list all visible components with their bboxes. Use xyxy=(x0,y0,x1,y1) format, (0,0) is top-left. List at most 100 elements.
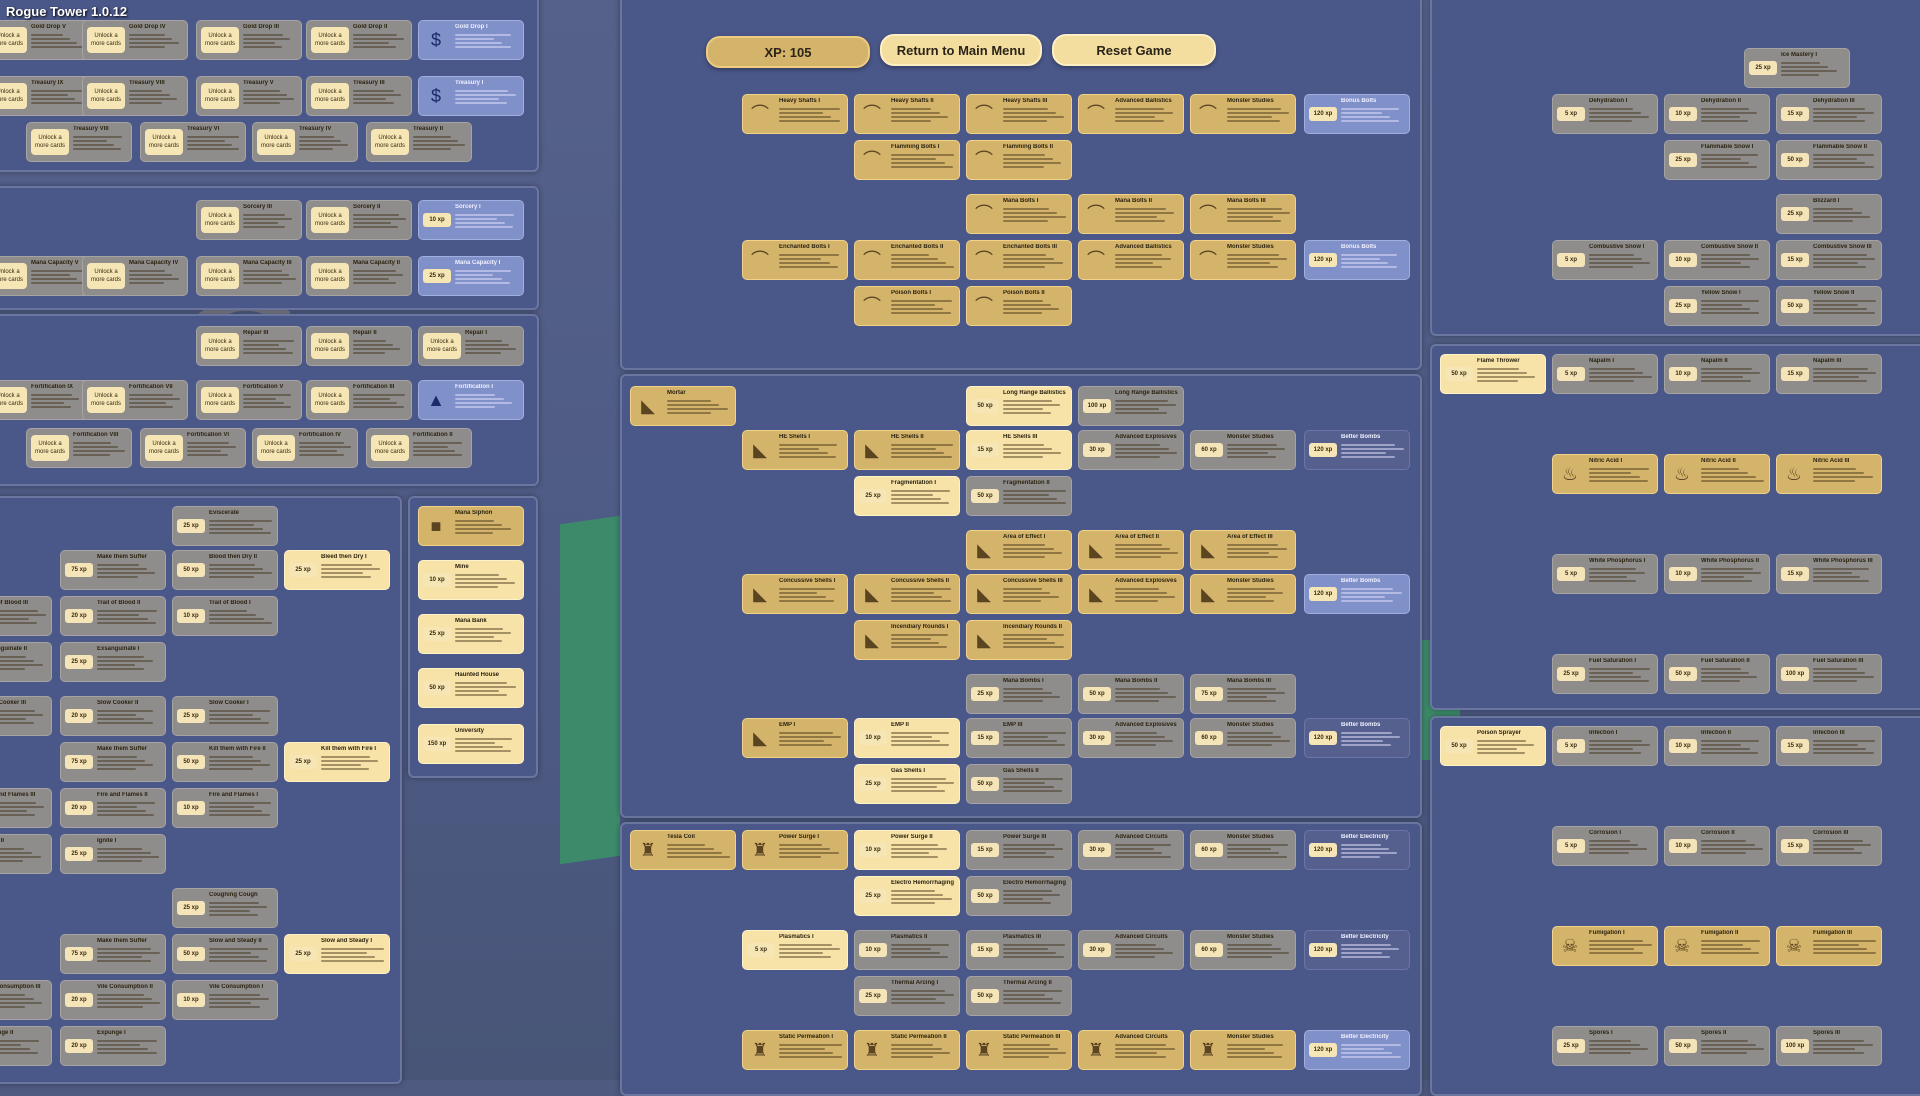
upgrade-card[interactable]: ⌒ Advanced Ballistics xyxy=(1078,94,1184,134)
upgrade-card[interactable]: ▲ Fortification I xyxy=(418,380,524,420)
upgrade-card[interactable]: 15 xp Power Surge III xyxy=(966,830,1072,870)
upgrade-card[interactable]: ◣ Monster Studies xyxy=(1190,574,1296,614)
upgrade-card[interactable]: 10 xp Dehydration II xyxy=(1664,94,1770,134)
upgrade-card[interactable]: Unlock a more cards Gold Drop III xyxy=(196,20,302,60)
upgrade-card[interactable]: 25 xp Fuel Saturation I xyxy=(1552,654,1658,694)
upgrade-card[interactable]: ⌒ Poison Bolts II xyxy=(966,286,1072,326)
upgrade-card[interactable]: Unlock a more cards Treasury VI xyxy=(140,122,246,162)
upgrade-card[interactable]: Unlock a more cards Gold Drop IV xyxy=(82,20,188,60)
upgrade-card[interactable]: 25 xpIgnite II xyxy=(0,834,52,874)
upgrade-card[interactable]: Unlock a more cards Fortification VII xyxy=(82,380,188,420)
upgrade-card[interactable]: 5 xp Combustive Snow I xyxy=(1552,240,1658,280)
upgrade-card[interactable]: 75 xp Make them Suffer xyxy=(60,742,166,782)
upgrade-card[interactable]: 50 xp Fuel Saturation II xyxy=(1664,654,1770,694)
upgrade-card[interactable]: 30 xp Advanced Circuits xyxy=(1078,830,1184,870)
upgrade-card[interactable]: ◣ Mortar xyxy=(630,386,736,426)
upgrade-card[interactable]: 50 xp Poison Sprayer xyxy=(1440,726,1546,766)
return-to-main-menu-button[interactable]: Return to Main Menu xyxy=(880,34,1042,66)
upgrade-card[interactable]: ⌒ Heavy Shafts I xyxy=(742,94,848,134)
upgrade-card[interactable]: 120 xp Bonus Bolts xyxy=(1304,240,1410,280)
upgrade-card[interactable]: Unlock a more cards Treasury IV xyxy=(252,122,358,162)
upgrade-card[interactable]: 25 xp Ice Mastery I xyxy=(1744,48,1850,88)
upgrade-card[interactable]: Unlock a more cards Treasury III xyxy=(306,76,412,116)
upgrade-card[interactable]: Unlock a more cards Fortification VIII xyxy=(26,428,132,468)
upgrade-card[interactable]: 5 xp Infection I xyxy=(1552,726,1658,766)
upgrade-card[interactable]: 25 xpFire and Flames III xyxy=(0,788,52,828)
upgrade-card[interactable]: ⌒ Poison Bolts I xyxy=(854,286,960,326)
upgrade-card[interactable]: 10 xp Fire and Flames I xyxy=(172,788,278,828)
upgrade-card[interactable]: 10 xp Vile Consumption I xyxy=(172,980,278,1020)
upgrade-card[interactable]: 15 xp HE Shells III xyxy=(966,430,1072,470)
upgrade-card[interactable]: 30 xp Advanced Explosives xyxy=(1078,718,1184,758)
upgrade-card[interactable]: 120 xp Better Bombs xyxy=(1304,574,1410,614)
upgrade-card[interactable]: ⌒ Enchanted Bolts III xyxy=(966,240,1072,280)
upgrade-card[interactable]: 15 xp Plasmatics III xyxy=(966,930,1072,970)
upgrade-card[interactable]: 10 xp EMP II xyxy=(854,718,960,758)
upgrade-card[interactable]: Unlock a more cards Fortification III xyxy=(306,380,412,420)
upgrade-card[interactable]: ◣ HE Shells II xyxy=(854,430,960,470)
upgrade-card[interactable]: 25 xp Bleed then Dry I xyxy=(284,550,390,590)
upgrade-card[interactable]: 25 xp Ignite I xyxy=(60,834,166,874)
upgrade-card[interactable]: ⌒ Flamming Bolts II xyxy=(966,140,1072,180)
upgrade-card[interactable]: Unlock a more cards Gold Drop V xyxy=(0,20,90,60)
upgrade-card[interactable]: 25 xp Mana Bombs I xyxy=(966,674,1072,714)
upgrade-card[interactable]: 30 xp Advanced Circuits xyxy=(1078,930,1184,970)
upgrade-card[interactable]: ◣ Incendiary Rounds I xyxy=(854,620,960,660)
upgrade-card[interactable]: $ Gold Drop I xyxy=(418,20,524,60)
upgrade-card[interactable]: 5 xp Corrosion I xyxy=(1552,826,1658,866)
upgrade-card[interactable]: ⌒ Monster Studies xyxy=(1190,94,1296,134)
upgrade-card[interactable]: 5 xp Napalm I xyxy=(1552,354,1658,394)
upgrade-card[interactable]: 75 xp Make them Suffer xyxy=(60,550,166,590)
upgrade-card[interactable]: ♨ Nitric Acid III xyxy=(1776,454,1882,494)
upgrade-card[interactable]: Unlock a more cards Gold Drop II xyxy=(306,20,412,60)
upgrade-card[interactable]: ♜ Advanced Circuits xyxy=(1078,1030,1184,1070)
upgrade-card[interactable]: 25 xpSlow Cooker III xyxy=(0,696,52,736)
upgrade-card[interactable]: ♜ Static Permeation III xyxy=(966,1030,1072,1070)
upgrade-card[interactable]: Unlock a more cards Fortification IX xyxy=(0,380,90,420)
upgrade-card[interactable]: ♨ Nitric Acid II xyxy=(1664,454,1770,494)
upgrade-card[interactable]: 25 xpExsanguinate II xyxy=(0,642,52,682)
upgrade-card[interactable]: 20 xp Expunge I xyxy=(60,1026,166,1066)
upgrade-card[interactable]: Unlock a more cards Treasury II xyxy=(366,122,472,162)
upgrade-card[interactable]: Unlock a more cards Treasury IX xyxy=(0,76,90,116)
upgrade-card[interactable]: 50 xp Slow and Steady II xyxy=(172,934,278,974)
upgrade-card[interactable]: 120 xp Better Bombs xyxy=(1304,718,1410,758)
upgrade-card[interactable]: ◣ Area of Effect II xyxy=(1078,530,1184,570)
upgrade-card[interactable]: ◣ Incendiary Rounds II xyxy=(966,620,1072,660)
upgrade-card[interactable]: 15 xp White Phosphorus III xyxy=(1776,554,1882,594)
upgrade-card[interactable]: Unlock a more cards Repair II xyxy=(306,326,412,366)
upgrade-card[interactable]: 75 xp Mana Bombs III xyxy=(1190,674,1296,714)
upgrade-card[interactable]: 50 xp Electro Hemorrhaging II xyxy=(966,876,1072,916)
upgrade-card[interactable]: 50 xp Long Range Ballistics I xyxy=(966,386,1072,426)
upgrade-card[interactable]: 25 xp Slow Cooker I xyxy=(172,696,278,736)
upgrade-card[interactable]: 20 xp Vile Consumption II xyxy=(60,980,166,1020)
upgrade-card[interactable]: 50 xp Kill them with Fire II xyxy=(172,742,278,782)
upgrade-card[interactable]: Unlock a more cards Mana Capacity V xyxy=(0,256,90,296)
upgrade-card[interactable]: 10 xp Infection II xyxy=(1664,726,1770,766)
upgrade-card[interactable]: 60 xp Monster Studies xyxy=(1190,830,1296,870)
upgrade-card[interactable]: 60 xp Monster Studies xyxy=(1190,718,1296,758)
upgrade-card[interactable]: Unlock a more cards Treasury V xyxy=(196,76,302,116)
upgrade-card[interactable]: Unlock a more cards Fortification IV xyxy=(252,428,358,468)
upgrade-card[interactable]: 15 xp Napalm III xyxy=(1776,354,1882,394)
upgrade-card[interactable]: 25 xp Blizzard I xyxy=(1776,194,1882,234)
reset-game-button[interactable]: Reset Game xyxy=(1052,34,1216,66)
upgrade-card[interactable]: ♨ Nitric Acid I xyxy=(1552,454,1658,494)
upgrade-card[interactable]: ⌒ Enchanted Bolts I xyxy=(742,240,848,280)
upgrade-card[interactable]: ♜ Power Surge I xyxy=(742,830,848,870)
upgrade-card[interactable]: Unlock a more cards Mana Capacity IV xyxy=(82,256,188,296)
upgrade-card[interactable]: 10 xp Sorcery I xyxy=(418,200,524,240)
upgrade-card[interactable]: 20 xpTrail of Blood III xyxy=(0,596,52,636)
upgrade-card[interactable]: 25 xpVile Consumption III xyxy=(0,980,52,1020)
upgrade-card[interactable]: 25 xp Yellow Snow I xyxy=(1664,286,1770,326)
upgrade-card[interactable]: 25 xp Exsanguinate I xyxy=(60,642,166,682)
upgrade-card[interactable]: 50 xp Flame Thrower xyxy=(1440,354,1546,394)
upgrade-card[interactable]: ◣ Concussive Shells II xyxy=(854,574,960,614)
upgrade-card[interactable]: ♜ Monster Studies xyxy=(1190,1030,1296,1070)
upgrade-card[interactable]: 25 xp Slow and Steady I xyxy=(284,934,390,974)
upgrade-card[interactable]: 15 xp Combustive Snow III xyxy=(1776,240,1882,280)
upgrade-card[interactable]: ◣ EMP I xyxy=(742,718,848,758)
upgrade-card[interactable]: 10 xp Power Surge II xyxy=(854,830,960,870)
upgrade-card[interactable]: 50 xp Gas Shells II xyxy=(966,764,1072,804)
upgrade-card[interactable]: 10 xp Corrosion II xyxy=(1664,826,1770,866)
